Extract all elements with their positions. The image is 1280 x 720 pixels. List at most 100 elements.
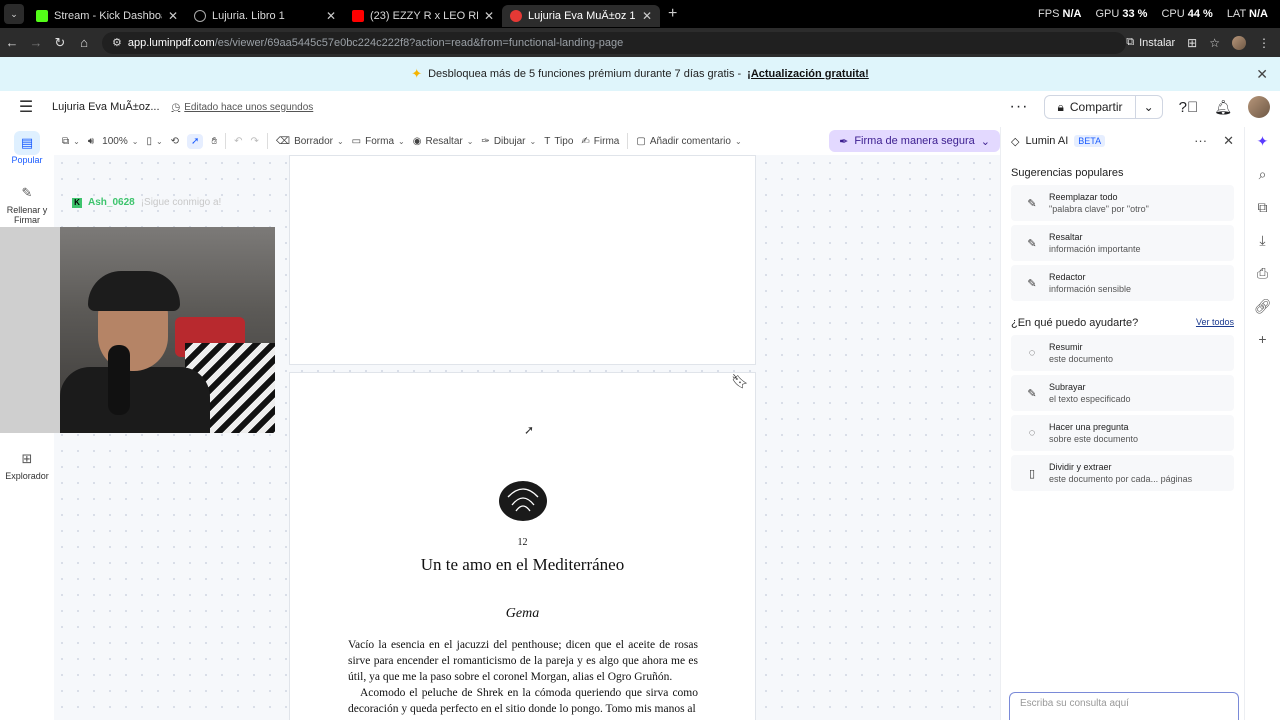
see-all-link[interactable]: Ver todos [1196, 317, 1234, 329]
hand-tool[interactable]: ✋︎ [211, 136, 217, 147]
help-title: ¿En qué puedo ayudarte? Ver todos [1011, 317, 1234, 329]
beta-badge: BETA [1074, 135, 1106, 147]
sign-securely-button[interactable]: ✒︎ Firma de manera segura ⌄ [829, 130, 1000, 152]
sign-tool[interactable]: ✍︎ Firma [581, 136, 619, 147]
file-icon: ▯ [1028, 467, 1036, 480]
search-icon[interactable]: ⌕ [1259, 166, 1267, 183]
bookmark-star-icon[interactable]: ☆ [1209, 36, 1220, 50]
suggestion-highlight[interactable]: ✎ Resaltar información importante [1011, 225, 1234, 261]
add-comment-tool[interactable]: ▢ Añadir comentario ⌄ [636, 136, 741, 147]
more-icon[interactable]: ··· [1194, 133, 1207, 149]
download-icon[interactable]: ⤓ [1259, 232, 1265, 249]
reload-icon[interactable]: ↻ [48, 35, 72, 51]
rail-item-popular[interactable]: ▤ Popular [0, 131, 54, 165]
browser-tab[interactable]: Stream - Kick Dashboard ✕ [28, 5, 186, 27]
bell-icon[interactable]: 🔔︎ [1214, 99, 1232, 116]
more-options-icon[interactable]: ··· [1010, 98, 1029, 116]
close-tab-icon[interactable]: ✕ [168, 9, 178, 23]
popular-suggestions-title: Sugerencias populares [1011, 167, 1124, 179]
suggestion-summarize[interactable]: ◌ Resumir este documento [1011, 335, 1234, 371]
draw-tool[interactable]: ✑ Dibujar ⌄ [481, 136, 536, 147]
undo-button[interactable]: ↶ [234, 136, 242, 147]
pdf-page [289, 155, 756, 365]
translate-icon[interactable]: ⊞ [1187, 36, 1197, 50]
user-avatar[interactable] [1248, 96, 1270, 118]
browser-tab[interactable]: (23) EZZY R x LEO RD - SE DEJÓ ✕ [344, 5, 502, 27]
rail-label: Popular [11, 155, 43, 165]
profile-avatar[interactable] [1232, 35, 1246, 50]
forward-icon[interactable]: → [24, 35, 48, 50]
suggestion-redact[interactable]: ✎ Redactor información sensible [1011, 265, 1234, 301]
tab-label: Stream - Kick Dashboard [54, 10, 162, 22]
suggestion-ask-question[interactable]: ◌ Hacer una pregunta sobre este documento [1011, 415, 1234, 451]
type-tool[interactable]: T Tipo [544, 136, 573, 147]
rail-item-fill-sign[interactable]: ✎ Rellenar y Firmar [0, 181, 54, 225]
close-banner-icon[interactable]: ✕ [1256, 66, 1268, 83]
paragraph: Acomodo el peluche de Shrek en la cómoda… [348, 687, 698, 715]
help-icon[interactable]: ?⃝ [1179, 99, 1199, 116]
eraser-tool[interactable]: ⌫ Borrador ⌄ [276, 136, 344, 147]
add-icon[interactable]: + [1258, 331, 1266, 347]
ai-sparkle-icon[interactable]: ✦ [1257, 133, 1269, 150]
close-tab-icon[interactable]: ✕ [642, 9, 652, 23]
browser-tab[interactable]: Lujuria. Libro 1 ✕ [186, 5, 344, 27]
rose-icon [499, 481, 547, 521]
document-title[interactable]: Lujuria Eva MuÃ±oz... [52, 101, 160, 113]
select-tool[interactable]: ➚ [187, 133, 204, 149]
stream-chat-label: K Ash_0628 ¡Sigue conmigo a! [72, 197, 221, 208]
zoom-select[interactable]: 100% ⌄ [102, 136, 138, 147]
page-tools[interactable]: ⧉ ⌄ [62, 136, 80, 147]
highlighter-icon: ◉ [412, 135, 422, 147]
shape-tool[interactable]: ▭ Forma ⌄ [352, 136, 405, 147]
suggestion-underline[interactable]: ✎ Subrayar el texto especificado [1011, 375, 1234, 411]
more-menu-icon[interactable]: ⋮ [1258, 36, 1270, 50]
home-icon[interactable]: ⌂ [72, 35, 96, 50]
highlight-tool[interactable]: ◉ Resaltar ⌄ [413, 136, 474, 147]
rotate-icon: ⟲ [170, 135, 180, 147]
new-tab-icon[interactable]: + [668, 5, 677, 23]
share-button[interactable]: 🔒︎ Compartir ⌄ [1044, 95, 1163, 119]
suggestion-replace-all[interactable]: ✎ Reemplazar todo "palabra clave" por "ot… [1011, 185, 1234, 221]
browser-tab-active[interactable]: Lujuria Eva MuÃ±oz 10.pdf - Lu ✕ [502, 5, 660, 27]
close-tab-icon[interactable]: ✕ [484, 9, 494, 23]
install-button[interactable]: ⧉ Instalar [1126, 36, 1175, 49]
suggestion-split-extract[interactable]: ▯ Dividir y extraer este documento por ca… [1011, 455, 1234, 491]
ai-query-input[interactable]: Escriba su consulta aquí [1009, 692, 1239, 720]
signature-icon: ✍︎ [581, 135, 590, 147]
site-info-icon[interactable]: ⚙ [112, 36, 122, 49]
diamond-icon: ◇ [1011, 135, 1020, 148]
url-field[interactable]: ⚙ app.luminpdf.com/es/viewer/69aa5445c57… [102, 31, 1127, 54]
close-tab-icon[interactable]: ✕ [326, 9, 336, 23]
edited-status[interactable]: ◷ Editado hace unos segundos [172, 102, 314, 113]
redo-button[interactable]: ↷ [251, 136, 259, 147]
print-icon[interactable]: ⎙ [1257, 265, 1268, 282]
close-panel-icon[interactable]: ✕ [1223, 133, 1234, 149]
grid-icon: ⊞ [21, 451, 33, 466]
upgrade-link[interactable]: ¡Actualización gratuita! [747, 68, 869, 80]
chevron-down-icon[interactable]: ⌄ [1134, 96, 1162, 118]
menu-icon[interactable]: ☰ [0, 97, 52, 117]
rail-item-explorer[interactable]: ⊞ Explorador [0, 447, 54, 481]
stream-message: ¡Sigue conmigo a! [140, 197, 222, 208]
bookmark-icon[interactable]: 🔖︎ [731, 373, 749, 390]
editor-toolbar: ⧉ ⌄ 🔊︎ 100% ⌄ ▯ ⌄ ⟲ ➚ ✋︎ ↶ ↷ ⌫ Borrador ⌄ ▭ Fo… [54, 127, 1000, 155]
globe-favicon-icon [194, 10, 206, 22]
address-bar: ← → ↻ ⌂ ⚙ app.luminpdf.com/es/viewer/69a… [0, 28, 1280, 57]
sparkle-icon: ✦ [411, 66, 423, 81]
link-icon[interactable]: 🔗︎ [1254, 298, 1272, 315]
back-icon[interactable]: ← [0, 35, 24, 50]
page-view-select[interactable]: ▯ ⌄ [146, 136, 162, 147]
pen-signature-icon: ✒︎ [839, 135, 849, 148]
tab-search-icon[interactable]: ⌄ [4, 4, 24, 24]
comments-icon[interactable]: ⧉ [1258, 199, 1268, 216]
lumin-favicon-icon [510, 10, 522, 22]
rectangle-icon: ▭ [351, 135, 362, 147]
pencil-icon: ✎ [1027, 277, 1037, 290]
page-icon: ▯ [146, 135, 152, 147]
rotate-button[interactable]: ⟲ [171, 136, 179, 147]
tab-label: Lujuria. Libro 1 [212, 10, 285, 22]
read-aloud[interactable]: 🔊︎ [88, 136, 94, 147]
mouse-cursor-icon: ➚ [524, 423, 535, 437]
kick-favicon-icon [36, 10, 48, 22]
webcam-overlay [0, 227, 275, 433]
